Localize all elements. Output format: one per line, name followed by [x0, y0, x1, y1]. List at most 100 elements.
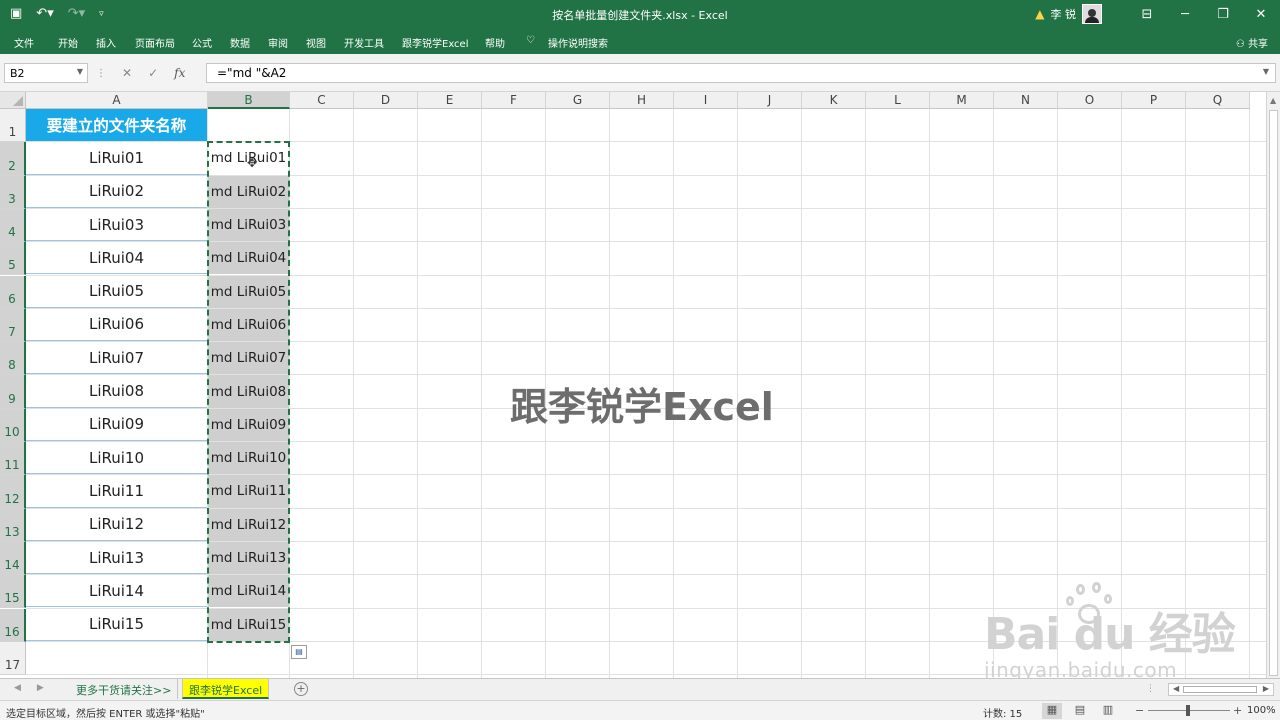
- column-header-p[interactable]: P: [1122, 92, 1186, 109]
- cell-a2[interactable]: LiRui01: [26, 142, 207, 175]
- page-layout-view-icon[interactable]: ▤: [1070, 703, 1090, 719]
- row-header-2[interactable]: 2: [0, 142, 26, 176]
- row-header-12[interactable]: 12: [0, 475, 26, 509]
- row-header-3[interactable]: 3: [0, 175, 26, 209]
- row-header-13[interactable]: 13: [0, 508, 26, 542]
- cell-b15[interactable]: md LiRui14: [208, 575, 289, 608]
- zoom-slider[interactable]: [1148, 705, 1230, 716]
- column-header-a[interactable]: A: [26, 92, 208, 109]
- minimize-button[interactable]: ─: [1166, 0, 1204, 28]
- row-header-8[interactable]: 8: [0, 342, 26, 376]
- cell-a11[interactable]: LiRui10: [26, 442, 207, 475]
- add-sheet-icon[interactable]: +: [294, 682, 308, 696]
- cell-a13[interactable]: LiRui12: [26, 508, 207, 541]
- row-header-9[interactable]: 9: [0, 375, 26, 409]
- cell-a12[interactable]: LiRui11: [26, 475, 207, 508]
- cell-a3[interactable]: LiRui02: [26, 175, 207, 208]
- name-box[interactable]: B2 ▼: [4, 63, 88, 83]
- close-button[interactable]: ✕: [1242, 0, 1280, 28]
- cell-a9[interactable]: LiRui08: [26, 375, 207, 408]
- tab-formulas[interactable]: 公式: [192, 35, 212, 50]
- row-header-10[interactable]: 10: [0, 408, 26, 442]
- cell-a6[interactable]: LiRui05: [26, 275, 207, 308]
- next-sheet-icon[interactable]: ▶: [37, 683, 44, 693]
- row-header-14[interactable]: 14: [0, 541, 26, 576]
- scroll-right-icon[interactable]: ▶: [1263, 684, 1269, 693]
- column-header-l[interactable]: L: [866, 92, 930, 109]
- horizontal-scrollbar[interactable]: ◀ ▶: [1168, 683, 1274, 696]
- cell-b10[interactable]: md LiRui09: [208, 408, 289, 441]
- tab-data[interactable]: 数据: [230, 35, 250, 50]
- warning-icon[interactable]: ▲: [1035, 7, 1044, 21]
- insert-function-icon[interactable]: fx: [174, 66, 185, 80]
- horizontal-scroll-thumb[interactable]: [1183, 686, 1257, 693]
- column-header-n[interactable]: N: [994, 92, 1058, 109]
- cell-a1-header[interactable]: 要建立的文件夹名称: [26, 109, 207, 142]
- tab-review[interactable]: 审阅: [268, 35, 288, 50]
- cell-a15[interactable]: LiRui14: [26, 575, 207, 608]
- row-header-17[interactable]: 17: [0, 641, 26, 676]
- expand-formula-icon[interactable]: ▼: [1263, 67, 1269, 76]
- paste-options-icon[interactable]: ▤: [291, 644, 307, 659]
- zoom-slider-knob[interactable]: [1186, 705, 1190, 716]
- cell-b5[interactable]: md LiRui04: [208, 242, 289, 275]
- row-header-11[interactable]: 11: [0, 442, 26, 476]
- formula-input[interactable]: ="md "&A2 ▼: [206, 63, 1276, 83]
- column-header-m[interactable]: M: [930, 92, 994, 109]
- normal-view-icon[interactable]: ▦: [1042, 703, 1062, 719]
- cell-b8[interactable]: md LiRui07: [208, 342, 289, 375]
- tab-custom[interactable]: 跟李锐学Excel: [402, 35, 469, 50]
- column-header-d[interactable]: D: [354, 92, 418, 109]
- cell-a10[interactable]: LiRui09: [26, 408, 207, 441]
- avatar[interactable]: [1082, 4, 1102, 24]
- tab-home[interactable]: 开始: [58, 35, 78, 50]
- tab-page-layout[interactable]: 页面布局: [135, 35, 175, 50]
- column-header-e[interactable]: E: [418, 92, 482, 109]
- cell-b6[interactable]: md LiRui05: [208, 275, 289, 308]
- vertical-scrollbar[interactable]: ▲: [1266, 92, 1280, 678]
- page-break-view-icon[interactable]: ▥: [1098, 703, 1118, 719]
- cell-b11[interactable]: md LiRui10: [208, 442, 289, 475]
- tab-developer[interactable]: 开发工具: [344, 35, 384, 50]
- column-header-k[interactable]: K: [802, 92, 866, 109]
- column-header-b[interactable]: B: [208, 92, 290, 109]
- column-header-q[interactable]: Q: [1186, 92, 1250, 109]
- zoom-in-icon[interactable]: +: [1233, 704, 1242, 717]
- tab-view[interactable]: 视图: [306, 35, 326, 50]
- column-header-g[interactable]: G: [546, 92, 610, 109]
- cell-a8[interactable]: LiRui07: [26, 342, 207, 375]
- cell-a5[interactable]: LiRui04: [26, 242, 207, 275]
- scroll-up-icon[interactable]: ▲: [1270, 96, 1276, 105]
- column-header-o[interactable]: O: [1058, 92, 1122, 109]
- select-all-button[interactable]: [0, 92, 26, 109]
- sheet-tab-follow[interactable]: 更多干货请关注>>: [70, 679, 179, 699]
- cancel-icon[interactable]: ✕: [122, 66, 132, 80]
- tab-help[interactable]: 帮助: [485, 35, 505, 50]
- user-name[interactable]: 李 锐: [1051, 6, 1077, 22]
- cell-b13[interactable]: md LiRui12: [208, 508, 289, 541]
- tab-file[interactable]: 文件: [14, 35, 34, 50]
- restore-button[interactable]: ❐: [1204, 0, 1242, 28]
- chevron-down-icon[interactable]: ▼: [77, 67, 83, 76]
- prev-sheet-icon[interactable]: ◀: [14, 683, 21, 693]
- tab-insert[interactable]: 插入: [96, 35, 116, 50]
- sheet-tab-active[interactable]: 跟李锐学Excel: [182, 679, 270, 699]
- row-header-7[interactable]: 7: [0, 308, 26, 343]
- cell-b7[interactable]: md LiRui06: [208, 308, 289, 342]
- cell-b14[interactable]: md LiRui13: [208, 541, 289, 575]
- share-button[interactable]: ⚇ 共享: [1236, 35, 1268, 50]
- row-header-4[interactable]: 4: [0, 208, 26, 243]
- row-header-15[interactable]: 15: [0, 575, 26, 609]
- row-header-16[interactable]: 16: [0, 608, 26, 642]
- tell-me-search[interactable]: 操作说明搜索: [548, 35, 608, 50]
- worksheet-grid[interactable]: A B C D E F G H I J K L M N O P Q 1 2 3 4 5 6 7 8 9 10 11 12 13 14 15 16…: [0, 92, 1266, 678]
- vertical-scroll-thumb[interactable]: [1269, 110, 1278, 676]
- cell-b3[interactable]: md LiRui02: [208, 175, 289, 208]
- column-header-f[interactable]: F: [482, 92, 546, 109]
- zoom-out-icon[interactable]: −: [1135, 704, 1144, 717]
- enter-icon[interactable]: ✓: [148, 66, 158, 80]
- row-header-1[interactable]: 1: [0, 109, 26, 143]
- row-header-5[interactable]: 5: [0, 242, 26, 276]
- ribbon-display-options-icon[interactable]: ⊟: [1128, 0, 1166, 28]
- row-header-6[interactable]: 6: [0, 275, 26, 309]
